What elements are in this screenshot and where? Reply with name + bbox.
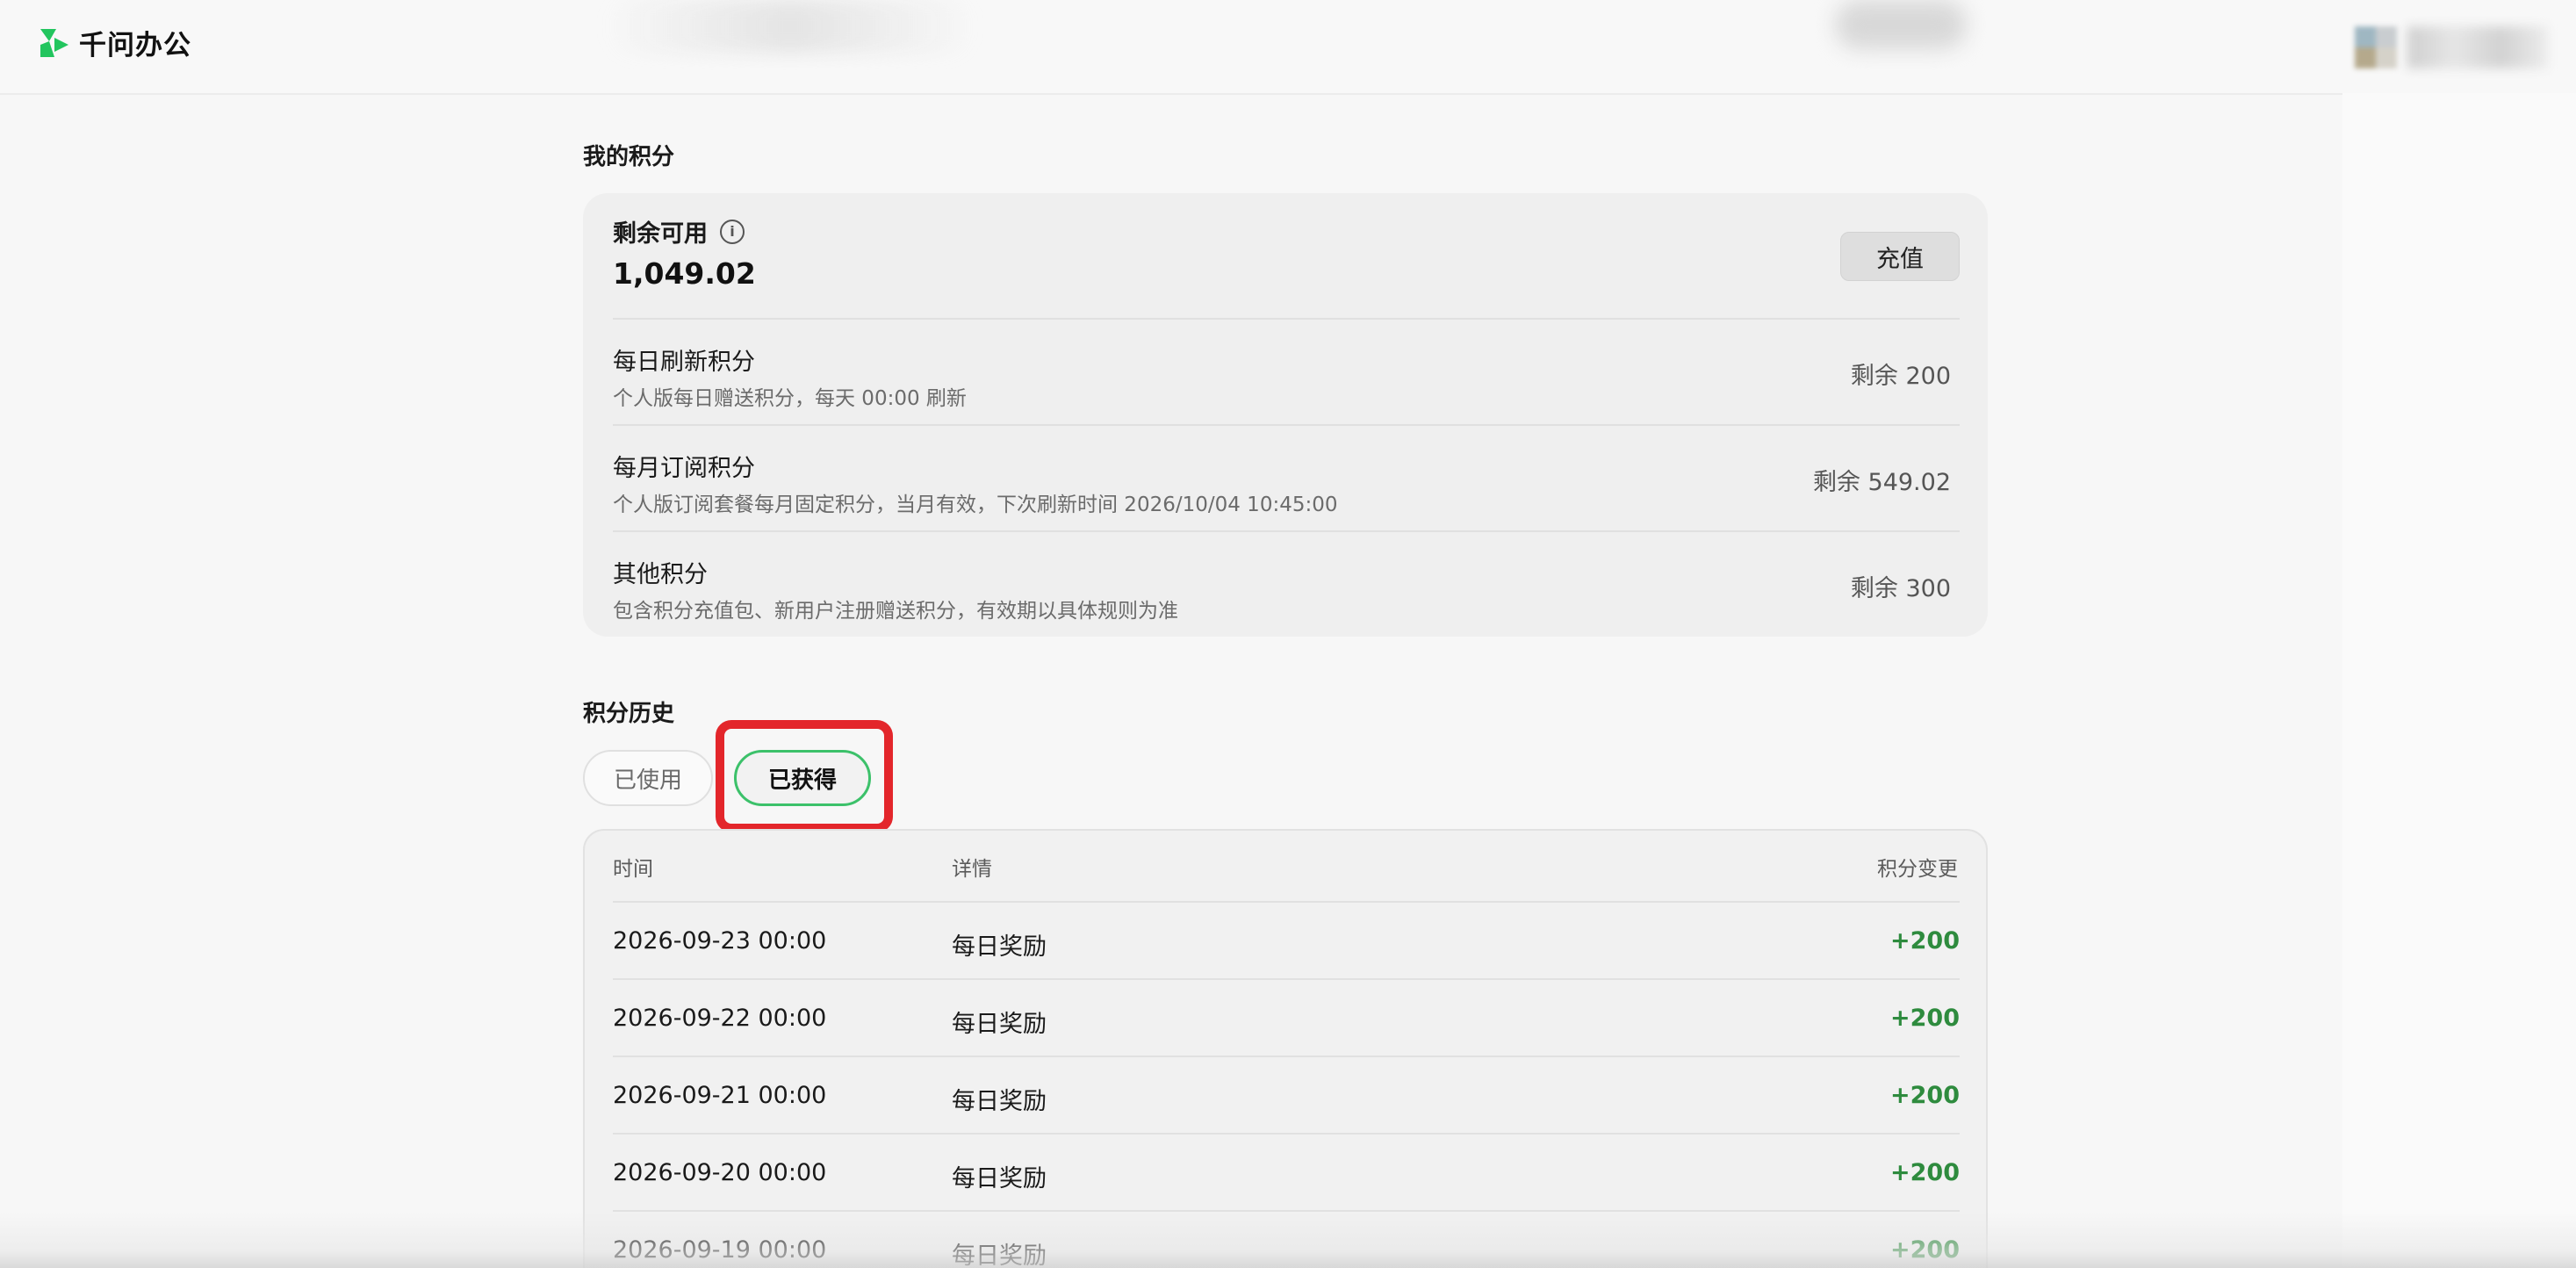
remaining-value: 1,049.02 [613, 256, 756, 291]
highlight-annotation [716, 720, 893, 832]
row-desc: 包含积分充值包、新用户注册赠送积分，有效期以具体规则为准 [613, 600, 1178, 623]
remaining-label: 剩余可用 [613, 220, 708, 248]
row-remaining: 剩余 300 [1850, 575, 1951, 602]
cell-detail: 每日奖励 [952, 1243, 1047, 1268]
right-panel [2342, 93, 2576, 1268]
row-desc: 个人版订阅套餐每月固定积分，当月有效，下次刷新时间 2026/10/04 10:… [613, 494, 1338, 516]
cell-detail: 每日奖励 [952, 1011, 1047, 1038]
blurred-user-name [2407, 26, 2548, 68]
page: 千问办公 我的积分 剩余可用 i 1,049.02 充值 每日刷新积分 个人版每… [0, 0, 2576, 1268]
table-row: 2026-09-20 00:00 每日奖励 +200 [613, 1133, 1960, 1212]
row-title: 其他积分 [613, 561, 708, 588]
column-header-change: 积分变更 [1877, 858, 1958, 881]
top-header: 千问办公 [0, 0, 2576, 95]
cell-time: 2026-09-20 00:00 [613, 1159, 827, 1186]
blurred-header-content [606, 0, 975, 53]
cell-detail: 每日奖励 [952, 1088, 1047, 1115]
points-row-daily: 每日刷新积分 个人版每日赠送积分，每天 00:00 刷新 剩余 200 [613, 318, 1960, 425]
cell-detail: 每日奖励 [952, 1165, 1047, 1192]
avatar[interactable] [2355, 26, 2397, 68]
app-name: 千问办公 [79, 30, 191, 61]
cell-time: 2026-09-21 00:00 [613, 1082, 827, 1109]
row-desc: 个人版每日赠送积分，每天 00:00 刷新 [613, 387, 967, 410]
row-title: 每日刷新积分 [613, 349, 755, 376]
recharge-button[interactable]: 充值 [1840, 232, 1960, 281]
app-logo[interactable]: 千问办公 [37, 23, 191, 62]
points-card: 剩余可用 i 1,049.02 充值 每日刷新积分 个人版每日赠送积分，每天 0… [583, 193, 1988, 637]
cell-detail: 每日奖励 [952, 933, 1047, 961]
points-row-other: 其他积分 包含积分充值包、新用户注册赠送积分，有效期以具体规则为准 剩余 300 [613, 530, 1960, 638]
history-table: 时间 详情 积分变更 2026-09-23 00:00 每日奖励 +200 20… [583, 829, 1988, 1268]
points-section-title: 我的积分 [583, 144, 675, 170]
row-remaining: 剩余 200 [1850, 363, 1951, 390]
points-row-monthly: 每月订阅积分 个人版订阅套餐每月固定积分，当月有效，下次刷新时间 2026/10… [613, 424, 1960, 531]
tab-used[interactable]: 已使用 [583, 750, 713, 806]
remaining-label-group: 剩余可用 i [613, 214, 745, 249]
cell-change: +200 [1890, 927, 1960, 955]
row-title: 每月订阅积分 [613, 455, 755, 482]
info-icon[interactable]: i [720, 219, 745, 244]
cell-time: 2026-09-23 00:00 [613, 927, 827, 955]
history-section-title: 积分历史 [583, 701, 675, 727]
table-row: 2026-09-21 00:00 每日奖励 +200 [613, 1055, 1960, 1135]
column-header-time: 时间 [613, 858, 653, 881]
cell-time: 2026-09-19 00:00 [613, 1236, 827, 1264]
table-row: 2026-09-23 00:00 每日奖励 +200 [613, 901, 1960, 980]
logo-icon [40, 28, 68, 57]
cell-change: +200 [1890, 1082, 1960, 1109]
blurred-header-button [1835, 0, 1967, 49]
cell-change: +200 [1890, 1159, 1960, 1186]
cell-change: +200 [1890, 1236, 1960, 1264]
table-row: 2026-09-19 00:00 每日奖励 +200 [613, 1210, 1960, 1268]
row-remaining: 剩余 549.02 [1812, 469, 1951, 496]
column-header-detail: 详情 [952, 858, 992, 881]
table-row: 2026-09-22 00:00 每日奖励 +200 [613, 978, 1960, 1057]
cell-change: +200 [1890, 1005, 1960, 1032]
cell-time: 2026-09-22 00:00 [613, 1005, 827, 1032]
